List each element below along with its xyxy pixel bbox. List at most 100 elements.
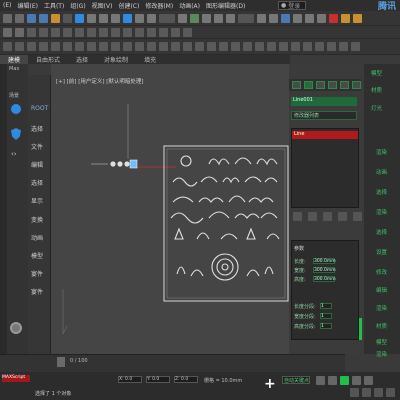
zoom-icon[interactable] xyxy=(350,388,359,397)
toolbar-icon[interactable] xyxy=(39,27,48,37)
expand-arrows-icon[interactable]: ‹› xyxy=(11,150,17,158)
next-frame-icon[interactable] xyxy=(352,376,361,385)
scene-item[interactable]: 编辑 xyxy=(31,160,43,169)
toolbar-icon[interactable] xyxy=(15,27,24,37)
palette-icon[interactable] xyxy=(27,42,36,51)
toolbar-icon[interactable] xyxy=(99,27,108,37)
plugin-item[interactable]: 渲染 xyxy=(376,148,387,156)
menu-item-file[interactable]: (E) xyxy=(0,2,14,9)
palette-icon[interactable] xyxy=(99,42,108,51)
plugin-item[interactable]: 模型 xyxy=(371,69,382,77)
menu-item-graph-editors[interactable]: 图形编辑器(D) xyxy=(203,1,248,10)
palette-icon[interactable] xyxy=(315,42,324,51)
go-to-start-icon[interactable] xyxy=(316,376,325,385)
plugin-item[interactable]: 设置 xyxy=(376,248,387,256)
window-crossing-icon[interactable] xyxy=(111,13,120,23)
palette-icon[interactable] xyxy=(351,42,360,51)
menu-item-animation[interactable]: 动画(A) xyxy=(176,1,203,10)
param-length-input[interactable]: 300.0mm xyxy=(313,258,336,264)
palette-icon[interactable] xyxy=(147,42,156,51)
toolbar-icon[interactable] xyxy=(183,27,192,37)
layer-icon[interactable] xyxy=(281,13,290,23)
plugin-item[interactable]: 渲染 xyxy=(376,304,387,312)
hierarchy-tab-icon[interactable] xyxy=(316,81,325,89)
menu-item-tools[interactable]: 工具(T) xyxy=(41,1,67,10)
toolbar-icon[interactable] xyxy=(63,27,72,37)
move-icon[interactable] xyxy=(123,13,132,23)
toolbar-icon[interactable] xyxy=(159,27,168,37)
palette-icon[interactable] xyxy=(219,42,228,51)
pan-icon[interactable] xyxy=(362,388,371,397)
go-to-end-icon[interactable] xyxy=(364,376,373,385)
coord-z-input[interactable]: Z: 0.0 xyxy=(174,376,198,383)
plugin-item[interactable]: 灯光 xyxy=(371,104,382,112)
toolbar-icon[interactable] xyxy=(75,27,84,37)
palette-icon[interactable] xyxy=(195,42,204,51)
snap-icon[interactable] xyxy=(190,13,199,23)
auto-key-button[interactable]: 自动关键点 xyxy=(282,376,310,384)
toolbar-icon[interactable] xyxy=(3,27,12,37)
graphite-icon[interactable] xyxy=(293,13,302,23)
orbit-icon[interactable] xyxy=(374,388,383,397)
pivot-icon[interactable] xyxy=(178,13,187,23)
palette-icon[interactable] xyxy=(111,42,120,51)
gizmo-dot[interactable] xyxy=(124,161,130,167)
tab-selection[interactable]: 选择 xyxy=(68,55,96,64)
add-time-tag-icon[interactable]: + xyxy=(264,376,276,392)
palette-icon[interactable] xyxy=(327,42,336,51)
seg-length-input[interactable]: 1 xyxy=(320,303,332,309)
modifier-stack[interactable] xyxy=(291,128,359,208)
toolbar-icon[interactable] xyxy=(51,27,60,37)
toolbar-icon[interactable] xyxy=(27,27,36,37)
sign-in-field[interactable]: ● 登录 xyxy=(278,1,306,10)
modifier-stack-selected[interactable]: Line xyxy=(292,131,358,139)
palette-icon[interactable] xyxy=(267,42,276,51)
mirror-icon[interactable] xyxy=(257,13,266,23)
selected-gizmo-handle[interactable] xyxy=(129,159,138,169)
scene-item[interactable]: 文件 xyxy=(31,142,43,151)
select-by-name-icon[interactable] xyxy=(87,13,96,23)
menu-item-create[interactable]: 创建(C) xyxy=(115,1,142,10)
gizmo-dot[interactable] xyxy=(117,161,123,167)
plugin-item[interactable]: 修改 xyxy=(376,268,387,276)
bind-icon[interactable] xyxy=(51,13,60,23)
toolbar-icon[interactable] xyxy=(111,27,120,37)
ornament-row-1[interactable] xyxy=(180,155,278,167)
seg-width-input[interactable]: 1 xyxy=(320,313,332,319)
schematic-icon[interactable] xyxy=(317,13,326,23)
palette-icon[interactable] xyxy=(303,42,312,51)
utilities-tab-icon[interactable] xyxy=(352,81,361,89)
palette-icon[interactable] xyxy=(243,42,252,51)
scene-item[interactable]: 动画 xyxy=(31,233,43,242)
palette-icon[interactable] xyxy=(339,42,348,51)
redo-icon[interactable] xyxy=(15,13,24,23)
motion-tab-icon[interactable] xyxy=(328,81,337,89)
align-icon[interactable] xyxy=(269,13,278,23)
rollout-scrollbar[interactable] xyxy=(359,318,362,340)
param-height-input[interactable]: 300.0mm xyxy=(313,276,336,282)
gizmo-dot[interactable] xyxy=(110,161,116,167)
render-setup-icon[interactable] xyxy=(341,13,350,23)
tab-populate[interactable]: 填充 xyxy=(136,55,164,64)
angle-snap-icon[interactable] xyxy=(202,13,211,23)
plugin-item[interactable]: 动画 xyxy=(376,168,387,176)
palette-icon[interactable] xyxy=(63,42,72,51)
render-icon[interactable] xyxy=(353,13,362,23)
plugin-item[interactable]: 材质 xyxy=(376,322,387,330)
previous-frame-icon[interactable] xyxy=(328,376,337,385)
palette-icon[interactable] xyxy=(75,42,84,51)
menu-item-group[interactable]: 组(G) xyxy=(67,1,88,10)
material-editor-icon[interactable] xyxy=(329,13,338,23)
plugin-item[interactable]: 渲染 xyxy=(376,208,387,216)
unlink-icon[interactable] xyxy=(39,13,48,23)
plugin-item[interactable]: 编辑 xyxy=(376,286,387,294)
tab-object-paint[interactable]: 对象绘制 xyxy=(96,55,136,64)
menu-item-view[interactable]: 视图(V) xyxy=(89,1,116,10)
plugin-item[interactable]: 选择 xyxy=(376,188,387,196)
palette-icon[interactable] xyxy=(183,42,192,51)
ornament-row-5[interactable] xyxy=(174,227,280,240)
settings-icon[interactable] xyxy=(10,322,22,334)
palette-icon[interactable] xyxy=(135,42,144,51)
configure-sets-icon[interactable] xyxy=(353,212,362,221)
play-icon[interactable] xyxy=(340,376,349,385)
